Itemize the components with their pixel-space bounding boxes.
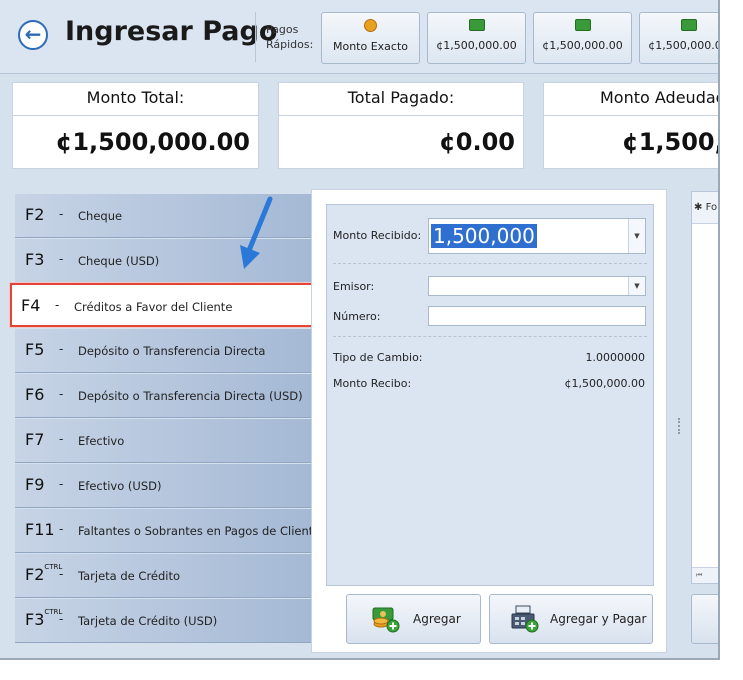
payment-detail-panel: Monto Recibido: 1,500,000 ▼ Emisor: ▼ Nú… <box>311 189 667 653</box>
banknote-icon <box>468 19 485 31</box>
payment-form: Monto Recibido: 1,500,000 ▼ Emisor: ▼ Nú… <box>326 204 654 586</box>
form-divider <box>333 336 647 337</box>
panel-splitter[interactable] <box>678 418 682 434</box>
page-title: Ingresar Pago <box>65 16 278 47</box>
header-bar: ← Ingresar Pago Pagos Rápidos: Monto Exa… <box>0 0 718 74</box>
received-amount-label: Monto Recibido: <box>333 229 422 242</box>
total-amount-card: Monto Total: ¢1,500,000.00 <box>12 82 259 169</box>
amount-due-value: ¢1,500,000.00 <box>622 128 718 156</box>
method-item-credit-card[interactable]: F2CTRL - Tarjeta de Crédito <box>15 554 311 598</box>
method-item-shortages-overages[interactable]: F11 - Faltantes o Sobrantes en Pagos de … <box>15 509 326 553</box>
add-button[interactable]: Agregar <box>346 594 481 644</box>
issuer-select[interactable]: ▼ <box>428 276 646 296</box>
banknote-icon <box>680 19 697 31</box>
exchange-rate-label: Tipo de Cambio: <box>333 351 423 364</box>
coins-add-icon <box>372 607 400 633</box>
total-paid-value: ¢0.00 <box>439 128 515 156</box>
number-label: Número: <box>333 310 381 323</box>
payment-window: ← Ingresar Pago Pagos Rápidos: Monto Exa… <box>0 0 720 660</box>
amount-due-label: Monto Adeudado: <box>544 83 718 116</box>
chevron-down-icon[interactable]: ▼ <box>628 277 645 295</box>
number-input[interactable] <box>428 306 646 326</box>
issuer-label: Emisor: <box>333 280 375 293</box>
method-item-deposit-usd[interactable]: F6 - Depósito o Transferencia Directa (U… <box>15 374 311 418</box>
delete-button[interactable] <box>691 594 718 644</box>
grid-header: ✱ Fo <box>692 192 718 224</box>
receipt-amount-value: ¢1,500,000.00 <box>564 377 645 390</box>
add-and-pay-button[interactable]: Agregar y Pagar <box>489 594 653 644</box>
coins-star-icon <box>364 19 377 32</box>
total-amount-value: ¢1,500,000.00 <box>55 128 250 156</box>
quick-amount-button-3[interactable]: ¢1,500,000.00 <box>639 12 718 64</box>
received-amount-input[interactable]: 1,500,000 ▼ <box>428 218 646 254</box>
exchange-rate-value: 1.0000000 <box>585 351 646 364</box>
method-item-credit-card-usd[interactable]: F3CTRL - Tarjeta de Crédito (USD) <box>15 599 311 643</box>
payments-grid[interactable]: ✱ Fo ⏮ <box>691 191 718 584</box>
method-item-customer-credits[interactable]: F4 - Créditos a Favor del Cliente <box>10 283 313 327</box>
method-item-deposit[interactable]: F5 - Depósito o Transferencia Directa <box>15 329 311 373</box>
total-paid-label: Total Pagado: <box>279 83 523 116</box>
back-arrow-icon[interactable]: ← <box>18 20 48 50</box>
form-divider <box>333 263 647 264</box>
quick-exact-amount-button[interactable]: Monto Exacto <box>321 12 420 64</box>
quick-amount-button-1[interactable]: ¢1,500,000.00 <box>427 12 526 64</box>
method-item-cash[interactable]: F7 - Efectivo <box>15 419 311 463</box>
banknote-icon <box>574 19 591 31</box>
chevron-down-icon[interactable]: ▼ <box>628 219 645 253</box>
header-divider <box>255 12 256 62</box>
annotation-arrow-icon <box>240 196 273 269</box>
total-paid-card: Total Pagado: ¢0.00 <box>278 82 524 169</box>
quick-amount-button-2[interactable]: ¢1,500,000.00 <box>533 12 632 64</box>
receipt-amount-label: Monto Recibo: <box>333 377 412 390</box>
method-item-cash-usd[interactable]: F9 - Efectivo (USD) <box>15 464 311 508</box>
cash-register-add-icon <box>511 605 539 633</box>
grid-first-page-icon[interactable]: ⏮ <box>692 567 718 583</box>
amount-due-card: Monto Adeudado: ¢1,500,000.00 <box>543 82 718 169</box>
total-amount-label: Monto Total: <box>13 83 258 116</box>
quick-payments-label: Pagos Rápidos: <box>266 23 314 51</box>
